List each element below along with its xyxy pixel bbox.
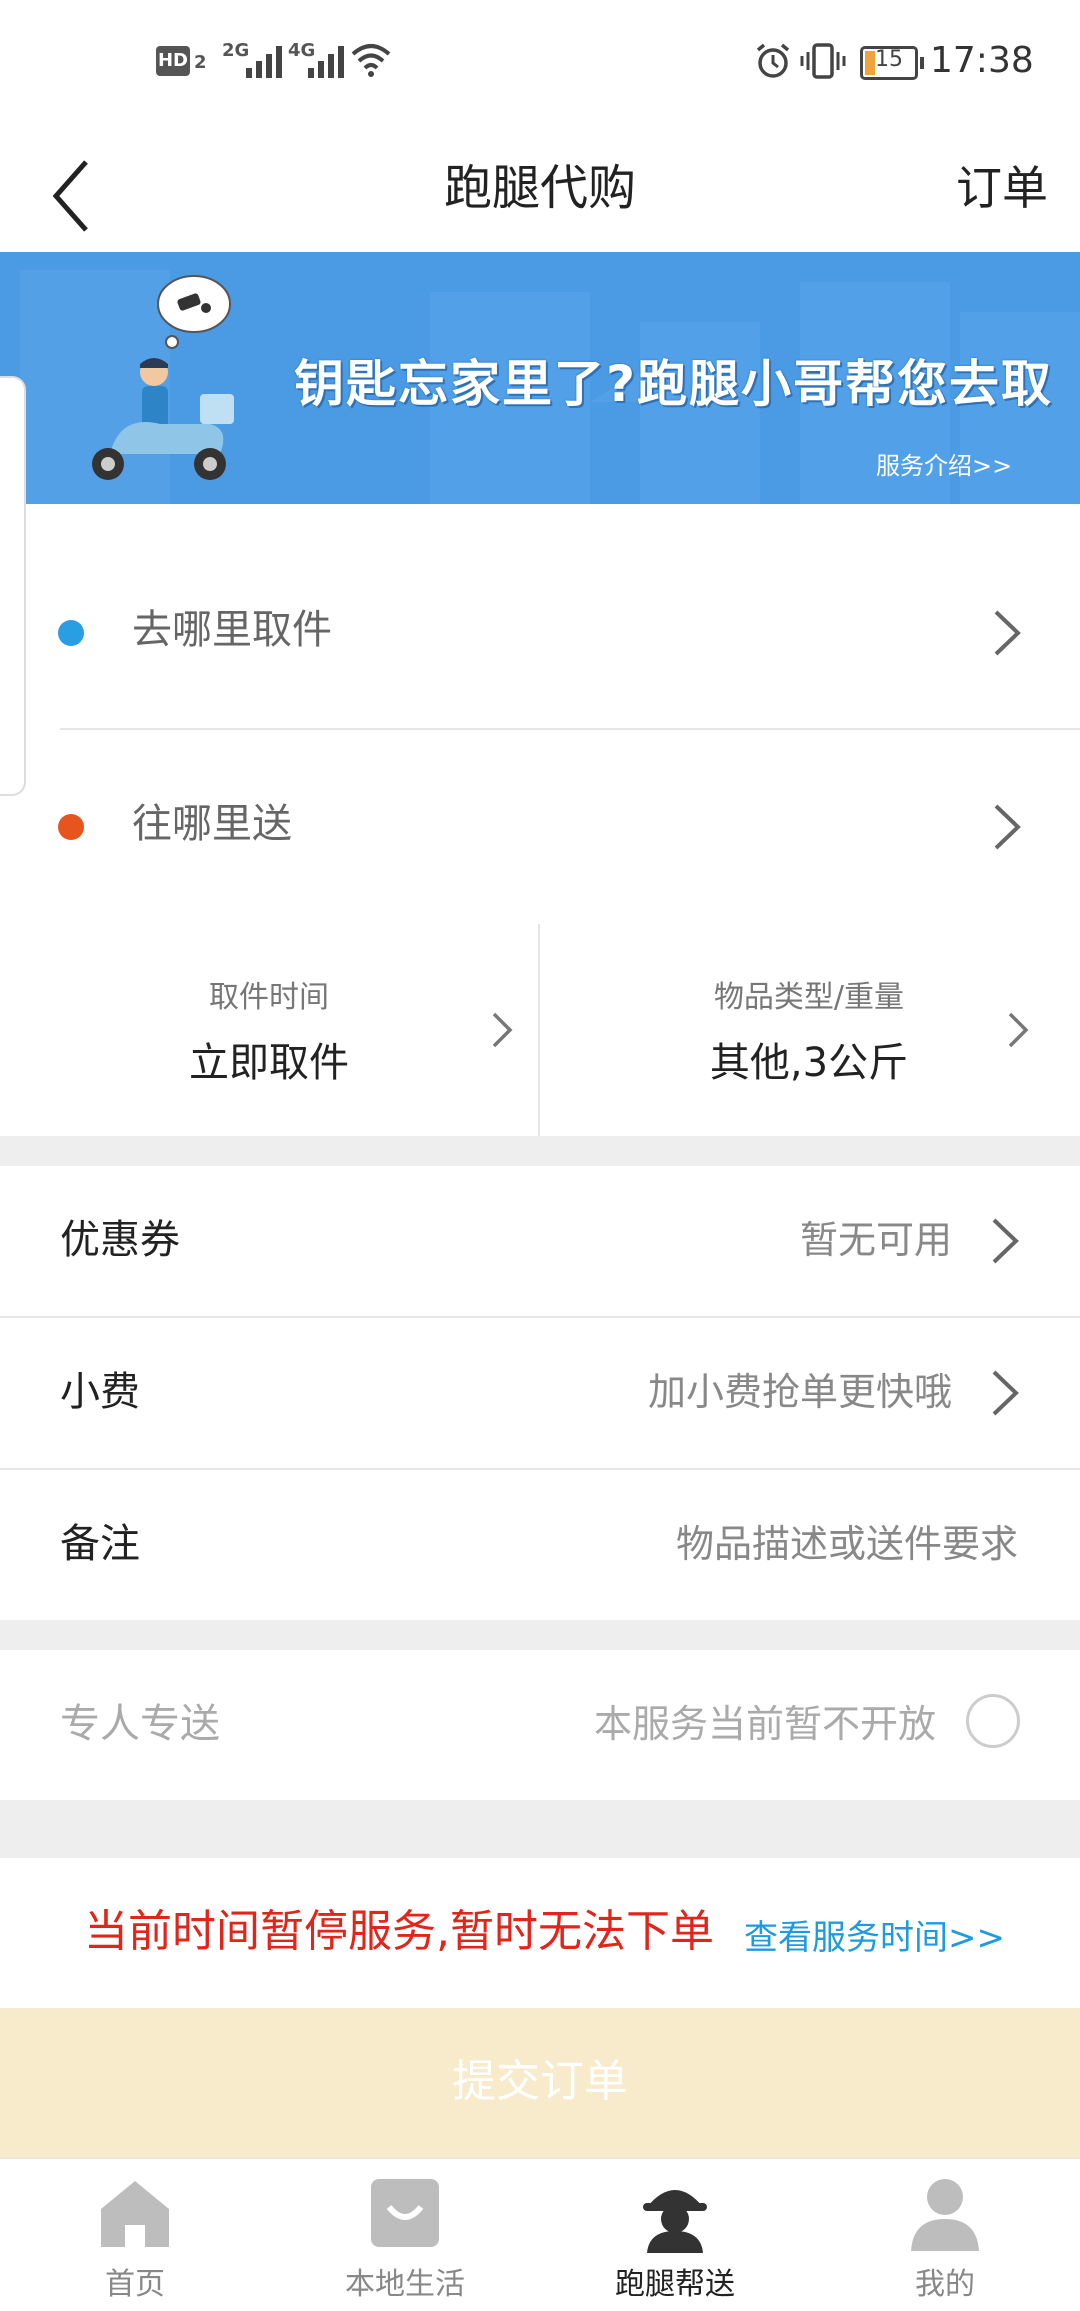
hd-badge-sub: 2	[194, 52, 207, 73]
status-bar: HD 2 2G 4G 15 17:38	[0, 0, 1080, 124]
tab-local-life[interactable]: 本地生活	[270, 2159, 540, 2311]
battery-icon: 15	[860, 46, 924, 80]
vibrate-icon	[800, 43, 846, 79]
person-icon	[911, 2179, 979, 2251]
tab-label: 我的	[915, 2267, 975, 2302]
note-label: 备注	[60, 1521, 140, 1567]
coupon-row[interactable]: 优惠券 暂无可用	[0, 1166, 1080, 1316]
tip-value: 加小费抢单更快哦	[647, 1370, 952, 1414]
coupon-label: 优惠券	[60, 1217, 180, 1263]
page-title: 跑腿代购	[443, 160, 636, 216]
section-gap	[0, 1136, 1080, 1166]
chevron-right-icon	[992, 1370, 1019, 1416]
banner-headline: 钥匙忘家里了?跑腿小哥帮您去取	[294, 355, 1054, 413]
tab-label: 首页	[105, 2267, 165, 2302]
service-notice: 当前时间暂停服务,暂时无法下单 查看服务时间>>	[0, 1858, 1080, 2008]
tip-label: 小费	[60, 1369, 140, 1415]
pickup-time-label: 取件时间	[209, 980, 329, 1015]
note-input[interactable]: 物品描述或送件要求	[676, 1514, 1018, 1574]
home-icon	[101, 2181, 169, 2247]
chevron-right-icon	[1008, 1012, 1029, 1048]
delivery-address-placeholder: 往哪里送	[132, 801, 292, 847]
service-paused-text: 当前时间暂停服务,暂时无法下单	[84, 1906, 714, 1957]
goods-type-value: 其他,3公斤	[709, 1040, 909, 1086]
pickup-address-row[interactable]: 去哪里取件	[0, 538, 1080, 728]
order-options: 取件时间 立即取件 物品类型/重量 其他,3公斤	[0, 924, 1080, 1136]
pickup-address-placeholder: 去哪里取件	[132, 607, 332, 653]
hd-badge: HD	[156, 46, 190, 76]
dedicated-delivery-radio[interactable]	[966, 1694, 1020, 1748]
submit-order-label: 提交订单	[452, 2056, 628, 2107]
tab-label: 本地生活	[345, 2267, 465, 2302]
chevron-right-icon	[994, 804, 1021, 850]
section-gap	[0, 1620, 1080, 1650]
tab-home[interactable]: 首页	[0, 2159, 270, 2311]
chevron-right-icon	[992, 1218, 1019, 1264]
goods-type-label: 物品类型/重量	[713, 980, 905, 1015]
courier-scooter-illustration	[92, 275, 234, 480]
tab-me[interactable]: 我的	[810, 2159, 1080, 2311]
pickup-time-selector[interactable]: 取件时间 立即取件	[0, 924, 538, 1136]
wifi-icon	[351, 44, 391, 77]
coupon-value: 暂无可用	[799, 1218, 952, 1262]
promo-banner[interactable]: 钥匙忘家里了?跑腿小哥帮您去取 服务介绍>>	[0, 252, 1080, 504]
alarm-icon	[756, 43, 790, 78]
courier-icon	[643, 2190, 707, 2253]
orders-button[interactable]: 订单	[956, 148, 1048, 228]
pickup-dot-icon	[58, 620, 84, 646]
bottom-tab-bar: 首页 本地生活 跑腿帮送 我的	[0, 2158, 1080, 2311]
tab-errand[interactable]: 跑腿帮送	[540, 2159, 810, 2311]
service-intro-link[interactable]: 服务介绍>>	[876, 446, 1012, 481]
service-hours-link[interactable]: 查看服务时间>>	[744, 1908, 1005, 1968]
signal-2-icon	[308, 44, 344, 78]
header: 跑腿代购 订单	[0, 124, 1080, 252]
tip-row[interactable]: 小费 加小费抢单更快哦	[0, 1318, 1080, 1468]
pickup-time-value: 立即取件	[189, 1040, 349, 1086]
chevron-right-icon	[994, 610, 1021, 656]
clock: 17:38	[930, 40, 1034, 81]
delivery-dot-icon	[58, 814, 84, 840]
note-row[interactable]: 备注 物品描述或送件要求	[0, 1470, 1080, 1620]
tab-label: 跑腿帮送	[615, 2267, 735, 2302]
delivery-address-row[interactable]: 往哪里送	[0, 732, 1080, 922]
dedicated-delivery-status: 本服务当前暂不开放	[593, 1702, 936, 1746]
chevron-right-icon	[492, 1012, 513, 1048]
submit-order-button[interactable]: 提交订单	[0, 2008, 1080, 2158]
shopping-bag-icon	[371, 2179, 439, 2247]
goods-type-selector[interactable]: 物品类型/重量 其他,3公斤	[540, 924, 1078, 1136]
dedicated-delivery-label: 专人专送	[60, 1701, 220, 1747]
address-divider	[60, 728, 1080, 730]
section-gap	[0, 1800, 1080, 1858]
signal-1-icon	[246, 44, 282, 78]
dedicated-delivery-row: 专人专送 本服务当前暂不开放	[0, 1650, 1080, 1800]
battery-level: 15	[875, 47, 903, 72]
